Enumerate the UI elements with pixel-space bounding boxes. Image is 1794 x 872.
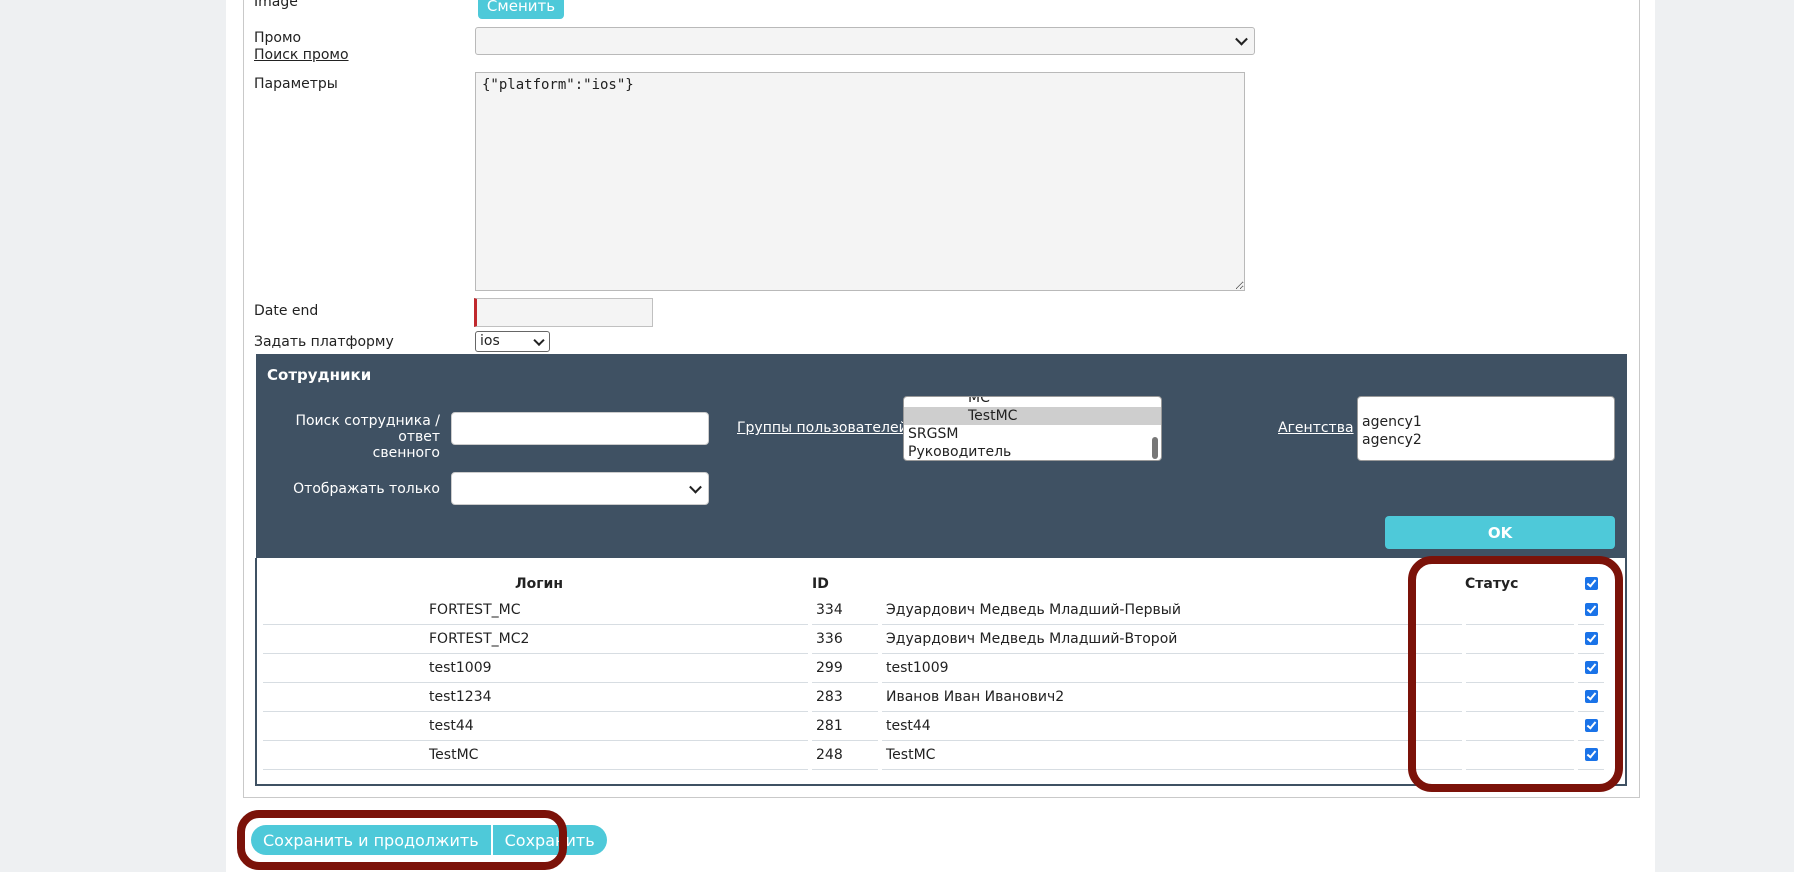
row-divider — [812, 711, 878, 712]
agencies-link[interactable]: Агентства — [1278, 420, 1354, 436]
cell-name: test44 — [886, 718, 931, 734]
save-button[interactable]: Сохранить — [492, 825, 607, 855]
cell-id: 334 — [816, 602, 843, 618]
row-checkbox[interactable] — [1585, 632, 1598, 645]
row-checkbox[interactable] — [1585, 719, 1598, 732]
params-label: Параметры — [254, 76, 338, 92]
user-group-option[interactable]: TestMC — [904, 407, 1161, 425]
row-divider — [1578, 624, 1604, 625]
platform-select[interactable]: ios — [475, 331, 550, 352]
show-only-label: Отображать только — [293, 481, 440, 497]
user-groups-link[interactable]: Группы пользователей — [737, 420, 908, 436]
row-divider — [882, 740, 1462, 741]
column-header-id: ID — [812, 576, 829, 592]
user-groups-listbox[interactable]: MC TestMC SRGSM Руководитель — [903, 396, 1162, 461]
employee-search-label-line1: Поиск сотрудника / ответ — [295, 413, 440, 445]
cell-login: test1009 — [429, 660, 492, 676]
row-divider — [1578, 711, 1604, 712]
cell-id: 248 — [816, 747, 843, 763]
column-header-login: Логин — [515, 576, 564, 592]
user-group-option[interactable]: SRGSM — [904, 425, 1161, 443]
cell-id: 336 — [816, 631, 843, 647]
save-and-continue-button[interactable]: Сохранить и продолжить — [251, 825, 491, 855]
row-divider — [812, 740, 878, 741]
platform-label: Задать платформу — [254, 334, 394, 350]
chevron-down-icon — [533, 334, 545, 346]
row-divider — [1578, 740, 1604, 741]
row-divider — [1578, 653, 1604, 654]
row-divider — [263, 769, 808, 770]
show-only-select[interactable] — [451, 472, 709, 505]
cell-id: 281 — [816, 718, 843, 734]
user-group-option[interactable]: Руководитель — [904, 443, 1161, 460]
save-button-group: Сохранить и продолжить Сохранить — [251, 825, 607, 855]
row-checkbox[interactable] — [1585, 603, 1598, 616]
promo-search-link[interactable]: Поиск промо — [254, 47, 349, 63]
row-divider — [882, 653, 1462, 654]
chevron-down-icon — [689, 480, 702, 494]
chevron-down-icon — [1235, 32, 1248, 46]
cell-login: test1234 — [429, 689, 492, 705]
cell-name: TestMC — [886, 747, 936, 763]
platform-select-value: ios — [480, 333, 500, 349]
cell-id: 283 — [816, 689, 843, 705]
row-divider — [1466, 711, 1574, 712]
row-divider — [1578, 769, 1604, 770]
row-divider — [1578, 682, 1604, 683]
select-all-checkbox[interactable] — [1585, 577, 1598, 590]
row-divider — [1466, 682, 1574, 683]
promo-label: Промо — [254, 30, 302, 46]
cell-login: test44 — [429, 718, 474, 734]
row-divider — [812, 682, 878, 683]
cell-login: FORTEST_MC — [429, 602, 521, 618]
row-divider — [1466, 624, 1574, 625]
row-divider — [263, 711, 808, 712]
cell-name: Эдуардович Медведь Младший-Первый — [886, 602, 1181, 618]
row-divider — [812, 769, 878, 770]
column-header-status: Статус — [1465, 576, 1519, 592]
row-divider — [812, 624, 878, 625]
params-textarea[interactable] — [475, 72, 1245, 291]
row-divider — [263, 682, 808, 683]
cell-login: FORTEST_MC2 — [429, 631, 530, 647]
row-divider — [263, 624, 808, 625]
row-checkbox[interactable] — [1585, 661, 1598, 674]
cell-name: test1009 — [886, 660, 949, 676]
row-divider — [882, 682, 1462, 683]
row-divider — [1466, 769, 1574, 770]
row-divider — [263, 653, 808, 654]
change-image-button[interactable]: Сменить — [478, 0, 564, 19]
row-divider — [263, 740, 808, 741]
row-divider — [812, 653, 878, 654]
row-divider — [882, 711, 1462, 712]
cell-id: 299 — [816, 660, 843, 676]
cell-name: Эдуардович Медведь Младший-Второй — [886, 631, 1178, 647]
user-group-option[interactable]: MC — [904, 397, 1161, 407]
row-divider — [1466, 740, 1574, 741]
cell-name: Иванов Иван Иванович2 — [886, 689, 1065, 705]
agencies-listbox[interactable]: agency1 agency2 — [1357, 396, 1615, 461]
listbox-scrollbar[interactable] — [1152, 437, 1158, 459]
agency-option[interactable]: agency1 — [1358, 413, 1614, 431]
ok-button[interactable]: OK — [1385, 516, 1615, 549]
image-label: Image — [254, 0, 298, 10]
row-divider — [1466, 653, 1574, 654]
row-checkbox[interactable] — [1585, 690, 1598, 703]
promo-select[interactable] — [475, 27, 1255, 55]
date-end-input[interactable] — [474, 298, 653, 327]
date-end-label: Date end — [254, 303, 319, 319]
employees-title: Сотрудники — [267, 366, 372, 384]
cell-login: TestMC — [429, 747, 479, 763]
agency-option[interactable]: agency2 — [1358, 431, 1614, 449]
employee-search-label: Поиск сотрудника / ответ свенного — [262, 413, 440, 461]
employee-search-label-line2: свенного — [372, 445, 440, 461]
employee-search-input[interactable] — [451, 412, 709, 445]
row-divider — [882, 769, 1462, 770]
row-divider — [882, 624, 1462, 625]
row-checkbox[interactable] — [1585, 748, 1598, 761]
